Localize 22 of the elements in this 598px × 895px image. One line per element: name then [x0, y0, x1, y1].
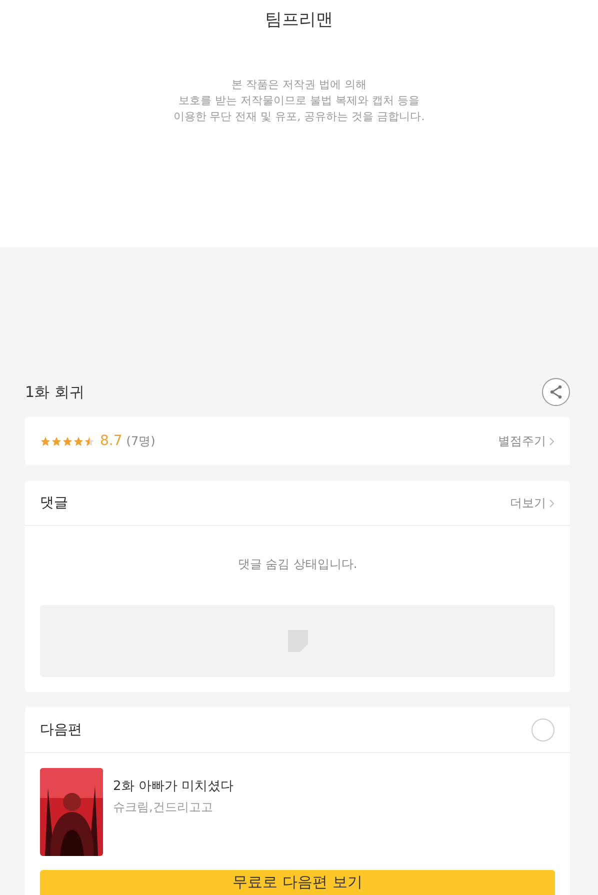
- share-icon: [549, 385, 563, 399]
- share-button[interactable]: [542, 378, 570, 406]
- star-icon: [62, 436, 73, 446]
- next-episode-button[interactable]: 무료로 다음편 보기: [40, 870, 555, 895]
- star-icon: [84, 436, 95, 446]
- rating-count: (7명): [126, 432, 156, 450]
- star-icon: [51, 436, 62, 446]
- star-icon: [40, 436, 51, 446]
- chevron-icon: [549, 436, 555, 446]
- next-title: 다음편: [40, 720, 82, 738]
- star-icon: [73, 436, 84, 446]
- copyright-notice: 본 작품은 저작권 법에 의해 보호를 받는 저작물이므로 불법 복제와 캡처 등을 이용한 무단 전재 및 유포, 공유하는 것을 금합니다.: [173, 77, 425, 125]
- more-link[interactable]: 더보기: [510, 494, 555, 512]
- chevron-icon: [549, 498, 555, 508]
- next-episode-title: 2화 아빠가 미치셨다: [113, 778, 234, 795]
- episode-title: 1화 회귀: [25, 382, 84, 402]
- authors-text: 슈크림,건드리고고: [113, 799, 214, 816]
- comments-title: 댓글: [40, 494, 68, 512]
- rating-score: 8.7: [100, 433, 122, 449]
- hidden-comments-message: 댓글 숨김 상태입니다.: [236, 556, 358, 573]
- credits-text: 팀프리맨: [265, 9, 333, 31]
- rate-link[interactable]: 별점주기: [498, 432, 555, 450]
